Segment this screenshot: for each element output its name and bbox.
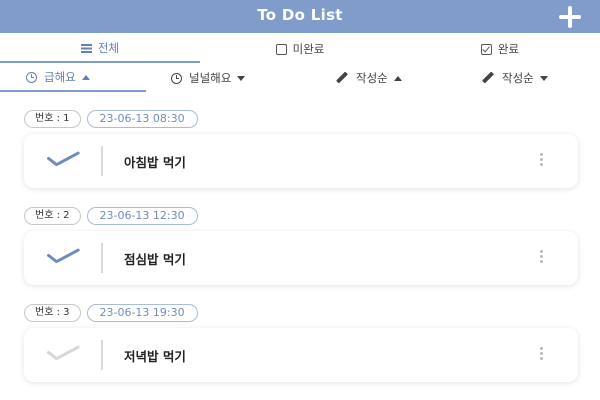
- app-title: To Do List: [257, 6, 343, 24]
- todo-number-badge: 번호 : 1: [24, 110, 81, 128]
- square-icon: [275, 43, 287, 55]
- sort-created-asc-label: 작성순: [356, 71, 388, 85]
- tab-complete[interactable]: 완료: [400, 35, 600, 63]
- pencil-icon: [336, 72, 348, 84]
- todo-meta: 번호 : 3 23-06-13 19:30: [24, 304, 198, 322]
- divider: [101, 243, 103, 273]
- todo-meta: 번호 : 1 23-06-13 08:30: [24, 110, 198, 128]
- todo-text: 점심밥 먹기: [124, 252, 186, 267]
- more-vertical-icon[interactable]: [538, 347, 544, 363]
- todo-datetime-badge: 23-06-13 19:30: [86, 304, 198, 322]
- checkmark-icon[interactable]: [46, 345, 80, 365]
- sort-created-asc[interactable]: 작성순: [336, 64, 446, 92]
- tab-complete-label: 완료: [497, 42, 520, 56]
- caret-down-icon: [539, 75, 548, 81]
- todo-card[interactable]: 점심밥 먹기: [24, 231, 578, 285]
- clock-icon: [171, 72, 182, 84]
- sort-created-desc-label: 작성순: [502, 71, 534, 85]
- todo-datetime-badge: 23-06-13 08:30: [86, 110, 198, 128]
- tab-all-label: 전체: [97, 41, 120, 55]
- pencil-icon: [482, 72, 494, 84]
- filter-tabs: 전체 미완료 완료: [0, 35, 600, 63]
- checkmark-icon[interactable]: [46, 248, 80, 268]
- tab-incomplete[interactable]: 미완료: [200, 35, 400, 63]
- todo-meta: 번호 : 2 23-06-13 12:30: [24, 207, 198, 225]
- list-icon: [80, 43, 92, 54]
- todo-card[interactable]: 아침밥 먹기: [24, 134, 578, 188]
- divider: [101, 340, 103, 370]
- sort-urgent[interactable]: 급해요: [0, 64, 146, 92]
- todo-number-badge: 번호 : 2: [24, 207, 81, 225]
- sort-relaxed[interactable]: 널널해요: [171, 64, 301, 92]
- clock-icon: [26, 71, 37, 83]
- todo-number-badge: 번호 : 3: [24, 304, 81, 322]
- sort-created-desc[interactable]: 작성순: [482, 64, 592, 92]
- more-vertical-icon[interactable]: [538, 153, 544, 169]
- todo-text: 아침밥 먹기: [124, 155, 186, 170]
- sort-options: 급해요 널널해요 작성순 작성순: [0, 64, 600, 92]
- todo-text: 저녁밥 먹기: [124, 349, 186, 364]
- todo-datetime-badge: 23-06-13 12:30: [86, 207, 198, 225]
- plus-icon[interactable]: [558, 5, 582, 29]
- more-vertical-icon[interactable]: [538, 250, 544, 266]
- todo-card[interactable]: 저녁밥 먹기: [24, 328, 578, 382]
- app-header: To Do List: [0, 0, 600, 33]
- checkbox-icon: [480, 43, 492, 55]
- caret-up-icon: [393, 75, 402, 81]
- sort-urgent-label: 급해요: [44, 70, 76, 84]
- caret-down-icon: [237, 75, 246, 81]
- checkmark-icon[interactable]: [46, 151, 80, 171]
- tab-all[interactable]: 전체: [0, 35, 200, 63]
- divider: [101, 146, 103, 176]
- caret-up-icon: [81, 74, 90, 80]
- tab-incomplete-label: 미완료: [292, 42, 325, 56]
- sort-relaxed-label: 널널해요: [189, 71, 232, 85]
